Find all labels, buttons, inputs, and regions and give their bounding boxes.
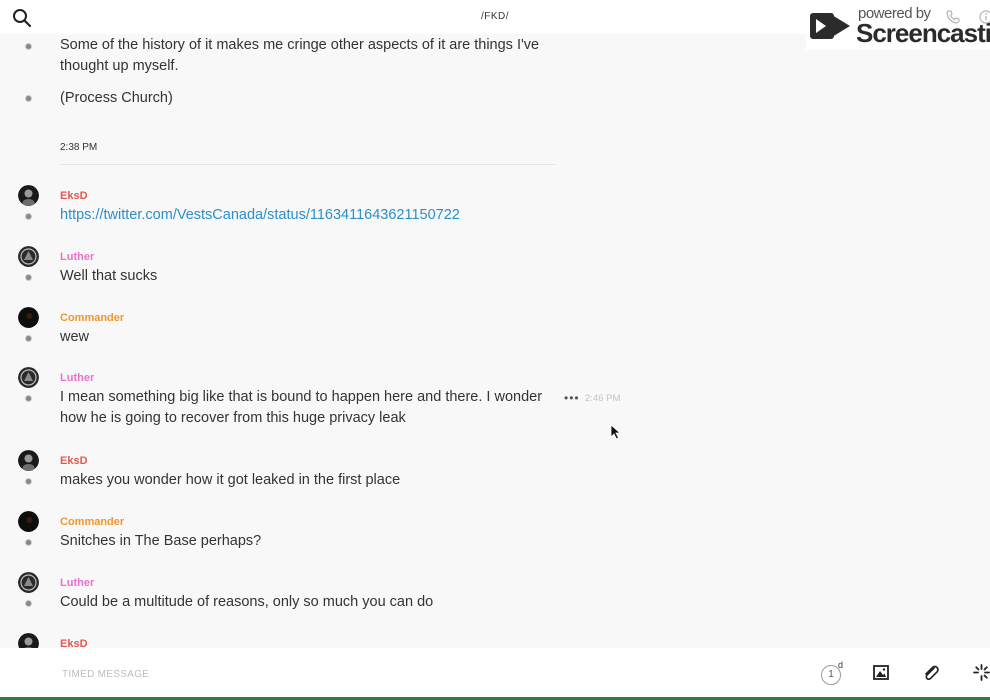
avatar-commander[interactable]: [18, 511, 39, 532]
message-author[interactable]: Luther: [60, 372, 94, 384]
read-status-dot: [25, 213, 32, 220]
timer-button[interactable]: 1 d: [821, 660, 845, 686]
avatar-luther[interactable]: [18, 367, 39, 388]
avatar-luther[interactable]: [18, 572, 39, 593]
avatar-commander[interactable]: [18, 307, 39, 328]
message-text: Some of the history of it makes me cring…: [60, 37, 540, 74]
message-text: makes you wonder how it got leaked in th…: [60, 472, 401, 488]
message-feed[interactable]: Some of the history of it makes me cring…: [0, 34, 990, 648]
read-status-dot: [25, 539, 32, 546]
read-status-dot: [25, 335, 32, 342]
composer-bar: 1 d: [0, 648, 990, 700]
message-author[interactable]: Commander: [60, 516, 124, 528]
message-text: Snitches in The Base perhaps?: [60, 533, 262, 549]
avatar-eksd[interactable]: [18, 633, 39, 648]
message-time: 2:46 PM: [585, 393, 621, 404]
image-icon: [873, 665, 889, 680]
message-author[interactable]: EksD: [60, 455, 88, 467]
message-text: wew: [60, 329, 90, 345]
avatar-eksd[interactable]: [18, 450, 39, 471]
timer-unit: d: [838, 660, 844, 670]
info-icon: [979, 10, 990, 24]
read-status-dot: [25, 600, 32, 607]
read-status-dot: [25, 395, 32, 402]
message-author[interactable]: EksD: [60, 190, 88, 202]
read-status-dot: [25, 478, 32, 485]
message-text: I mean something big like that is bound …: [60, 389, 543, 426]
read-status-dot: [25, 95, 32, 102]
avatar-eksd[interactable]: [18, 185, 39, 206]
avatar-luther[interactable]: [18, 246, 39, 267]
read-status-dot: [25, 43, 32, 50]
message-author[interactable]: Luther: [60, 577, 94, 589]
sparkle-icon: [973, 664, 990, 681]
time-divider-label: 2:38 PM: [60, 142, 98, 153]
message-text: Could be a multitude of reasons, only so…: [60, 594, 434, 610]
message-author[interactable]: EksD: [60, 638, 88, 648]
message-text: (Process Church): [60, 90, 173, 106]
message-author[interactable]: Luther: [60, 251, 94, 263]
message-author[interactable]: Commander: [60, 312, 124, 324]
paperclip-icon: [925, 665, 939, 681]
image-button[interactable]: [873, 665, 889, 685]
message-input[interactable]: [62, 664, 662, 684]
message-more-button[interactable]: •••: [564, 391, 580, 405]
attach-button[interactable]: [922, 664, 940, 687]
phone-icon: [946, 10, 960, 24]
message-link[interactable]: https://twitter.com/VestsCanada/status/1…: [60, 205, 555, 226]
mouse-cursor-icon: [610, 424, 622, 440]
message-text: Well that sucks: [60, 268, 158, 284]
time-divider-line: [60, 164, 555, 165]
effects-button[interactable]: [973, 664, 990, 686]
read-status-dot: [25, 274, 32, 281]
